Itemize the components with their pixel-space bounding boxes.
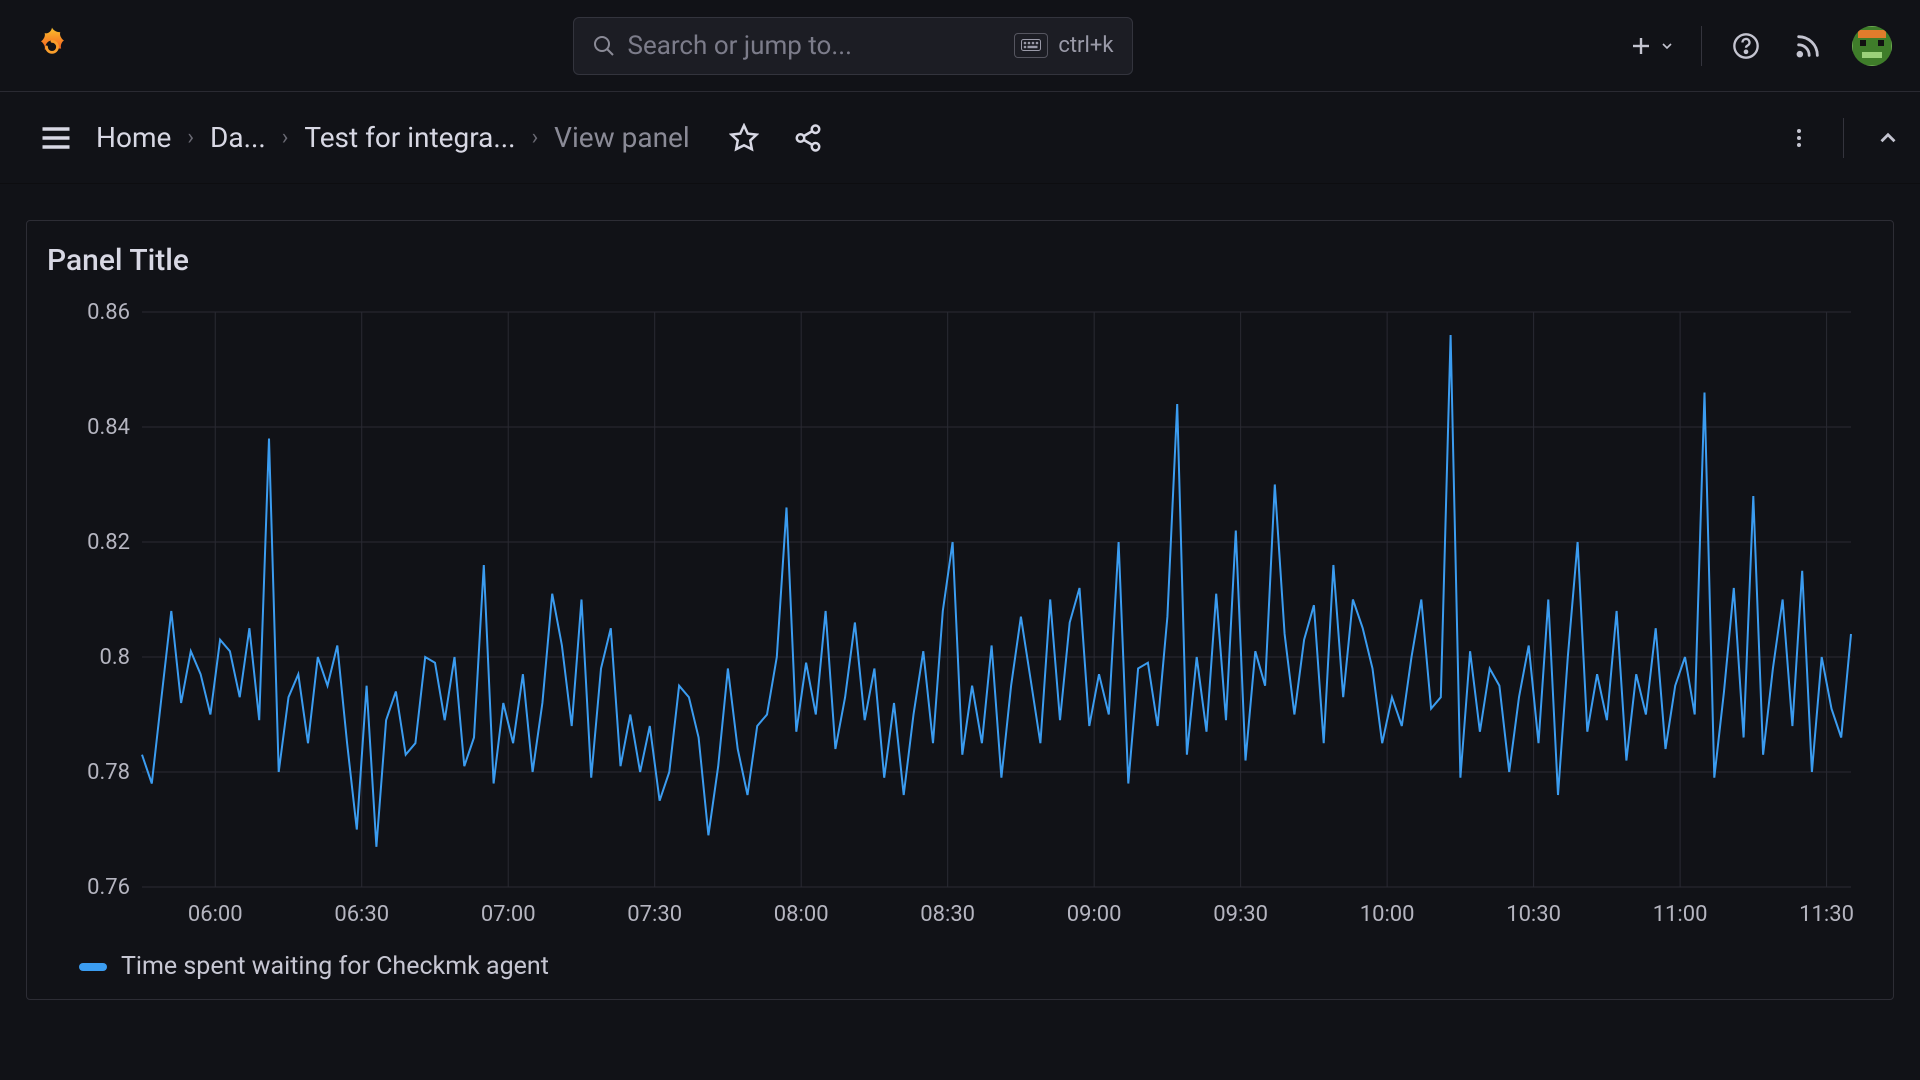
add-button[interactable] [1629,28,1675,64]
breadcrumb-dashboards[interactable]: Da... [210,121,266,154]
menu-icon [38,120,74,156]
panel-title: Panel Title [47,243,1873,278]
favorite-button[interactable] [726,120,762,156]
breadcrumb-separator: › [532,125,539,150]
svg-text:08:00: 08:00 [774,902,829,927]
search-placeholder: Search or jump to... [628,31,1003,61]
help-button[interactable] [1728,28,1764,64]
svg-text:09:30: 09:30 [1213,902,1268,927]
panel-menu-button[interactable] [1781,120,1817,156]
svg-text:07:30: 07:30 [627,902,682,927]
keyboard-shortcut-hint: ctrl+k [1014,33,1113,58]
breadcrumb-separator: › [282,125,289,150]
topbar-actions [1629,26,1892,66]
chart-panel: Panel Title 0.76 0.78 0.8 0.82 0.84 0.86 06:00… [26,220,1894,1000]
star-icon [729,123,759,153]
plus-icon [1629,34,1653,58]
chart-legend: Time spent waiting for Checkmk agent [47,952,1873,981]
svg-text:11:30: 11:30 [1799,902,1854,927]
svg-text:0.8: 0.8 [99,645,130,670]
svg-text:10:00: 10:00 [1360,902,1415,927]
help-icon [1732,32,1760,60]
menu-toggle-button[interactable] [32,114,80,162]
legend-swatch [79,963,107,971]
svg-text:11:00: 11:00 [1653,902,1708,927]
dots-vertical-icon [1787,126,1811,150]
svg-text:0.86: 0.86 [87,300,130,325]
breadcrumbs: Home › Da... › Test for integra... › Vie… [96,121,690,154]
svg-text:0.76: 0.76 [87,875,130,900]
collapse-button[interactable] [1870,120,1906,156]
breadcrumb-home[interactable]: Home [96,121,171,154]
topbar: Search or jump to... ctrl+k [0,0,1920,92]
avatar-image [1852,26,1892,66]
grafana-logo-icon [30,24,74,68]
chevron-up-icon [1875,125,1901,151]
svg-text:07:00: 07:00 [481,902,536,927]
breadcrumb-current: View panel [554,121,690,154]
grafana-logo[interactable] [28,22,76,70]
global-search[interactable]: Search or jump to... ctrl+k [573,17,1133,75]
user-avatar[interactable] [1852,26,1892,66]
rss-icon [1794,32,1822,60]
search-icon [592,34,616,58]
svg-text:0.84: 0.84 [87,415,130,440]
shortcut-text: ctrl+k [1058,33,1113,58]
keyboard-icon [1014,33,1048,58]
chart-area[interactable]: 0.76 0.78 0.8 0.82 0.84 0.86 06:00 06:30 07:00 07… [47,292,1873,942]
svg-text:0.78: 0.78 [87,760,130,785]
breadcrumb-bar: Home › Da... › Test for integra... › Vie… [0,92,1920,184]
chevron-down-icon [1659,38,1675,54]
legend-label[interactable]: Time spent waiting for Checkmk agent [121,952,549,981]
svg-text:06:30: 06:30 [334,902,389,927]
divider [1843,118,1844,158]
svg-text:08:30: 08:30 [920,902,975,927]
share-icon [793,123,823,153]
svg-text:09:00: 09:00 [1067,902,1122,927]
news-button[interactable] [1790,28,1826,64]
divider [1701,26,1702,66]
svg-text:0.82: 0.82 [87,530,130,555]
timeseries-chart: 0.76 0.78 0.8 0.82 0.84 0.86 06:00 06:30 07:00 07… [47,292,1867,942]
breadcrumb-separator: › [187,125,194,150]
svg-text:10:30: 10:30 [1506,902,1561,927]
svg-text:06:00: 06:00 [188,902,243,927]
share-button[interactable] [790,120,826,156]
breadcrumb-item[interactable]: Test for integra... [304,121,515,154]
